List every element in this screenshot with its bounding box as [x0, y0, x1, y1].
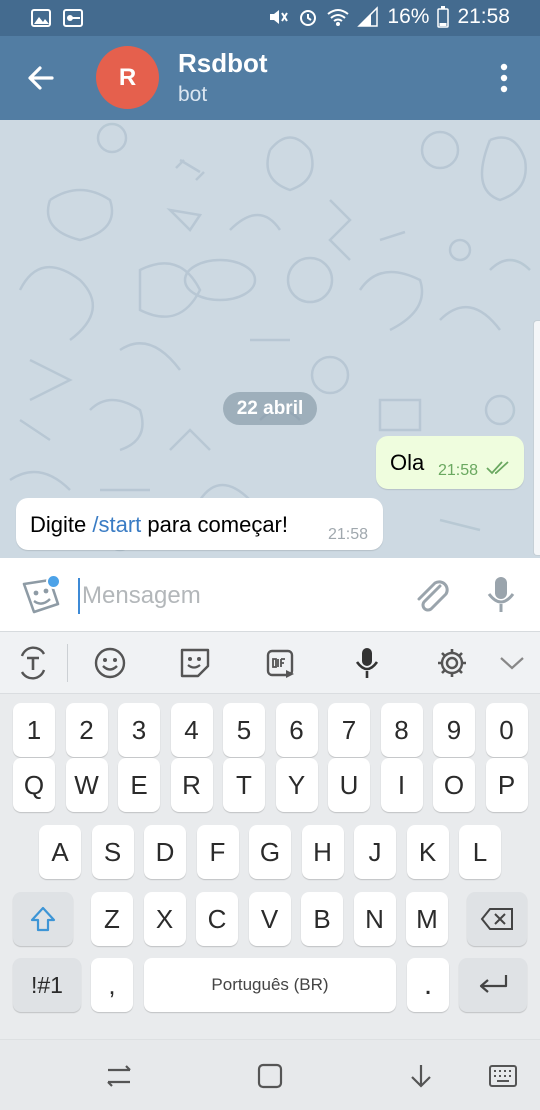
comma-key[interactable]: , [91, 958, 133, 1012]
battery-percent: 16% [387, 5, 430, 28]
scrollbar-handle[interactable] [533, 320, 540, 556]
key-i[interactable]: I [380, 758, 423, 812]
chat-header: R Rsdbot bot [0, 36, 540, 120]
date-divider: 22 abril [223, 392, 317, 425]
key-3[interactable]: 3 [118, 703, 160, 757]
key-l[interactable]: L [459, 825, 501, 879]
key-f[interactable]: F [196, 825, 239, 879]
key-d[interactable]: D [144, 825, 186, 879]
shift-arrow-icon [30, 906, 56, 932]
key-0[interactable]: 0 [485, 703, 528, 757]
key-9[interactable]: 9 [433, 703, 475, 757]
wifi-icon [327, 9, 350, 26]
message-text: Digite /start para começar! [30, 512, 288, 538]
text-mode-icon[interactable] [16, 646, 50, 680]
enter-icon [479, 975, 508, 993]
key-a[interactable]: A [39, 825, 81, 879]
paperclip-icon[interactable] [410, 574, 452, 616]
key-k[interactable]: K [406, 825, 449, 879]
message-time: 21:58 [328, 526, 369, 543]
signal-icon [357, 6, 379, 27]
key-6[interactable]: 6 [275, 703, 318, 757]
enter-key[interactable] [459, 958, 527, 1012]
shift-key[interactable] [13, 892, 73, 946]
chat-subtitle: bot [178, 83, 208, 106]
keyboard-toolbar [0, 632, 540, 694]
key-v[interactable]: V [248, 892, 291, 946]
key-8[interactable]: 8 [380, 703, 423, 757]
message-text-part: para começar! [141, 512, 288, 537]
key-c[interactable]: C [196, 892, 238, 946]
key-u[interactable]: U [328, 758, 370, 812]
space-key[interactable]: Português (BR) [144, 958, 396, 1012]
mute-icon [270, 10, 289, 24]
toolbar-divider [67, 644, 68, 682]
key-z[interactable]: Z [91, 892, 133, 946]
emoji-icon[interactable] [93, 646, 127, 680]
period-key[interactable]: . [407, 958, 449, 1012]
message-input[interactable] [78, 578, 398, 614]
key-g[interactable]: G [249, 825, 291, 879]
voice-input-icon[interactable] [350, 646, 384, 680]
settings-icon[interactable] [435, 646, 469, 680]
home-icon[interactable] [255, 1062, 285, 1090]
back-arrow-icon[interactable] [22, 58, 62, 98]
key-2[interactable]: 2 [65, 703, 108, 757]
key-o[interactable]: O [433, 758, 475, 812]
key-s[interactable]: S [91, 825, 134, 879]
key-x[interactable]: X [143, 892, 186, 946]
battery-icon [437, 6, 450, 28]
key-m[interactable]: M [406, 892, 448, 946]
key-notification-icon [63, 9, 83, 27]
message-text-part: Digite [30, 512, 93, 537]
backspace-icon [480, 908, 513, 930]
key-1[interactable]: 1 [13, 703, 55, 757]
microphone-icon[interactable] [484, 574, 518, 616]
key-b[interactable]: B [301, 892, 343, 946]
chat-wallpaper [9, 122, 531, 552]
backspace-key[interactable] [467, 892, 527, 946]
keyboard-switch-icon[interactable] [488, 1062, 518, 1090]
symbols-key[interactable]: !#1 [13, 958, 81, 1012]
chat-title[interactable]: Rsdbot [178, 48, 268, 79]
navigation-bar [0, 1039, 540, 1110]
bot-command-link[interactable]: /start [92, 512, 141, 537]
incoming-message[interactable]: Digite /start para começar! 21:58 [16, 498, 383, 550]
key-p[interactable]: P [485, 758, 528, 812]
status-bar: 16% 21:58 [0, 0, 540, 36]
key-5[interactable]: 5 [223, 703, 265, 757]
more-options-icon[interactable] [490, 60, 518, 96]
read-checkmarks-icon [486, 461, 509, 475]
key-h[interactable]: H [301, 825, 344, 879]
key-y[interactable]: Y [275, 758, 318, 812]
message-text: Ola [390, 450, 425, 475]
key-q[interactable]: Q [13, 758, 55, 812]
clock: 21:58 [457, 5, 510, 28]
gallery-notification-icon [31, 9, 51, 27]
alarm-icon [300, 10, 317, 26]
avatar[interactable]: R [96, 46, 159, 109]
new-stickers-dot [46, 574, 61, 589]
key-w[interactable]: W [65, 758, 108, 812]
sticker-icon[interactable] [178, 646, 212, 680]
key-e[interactable]: E [118, 758, 160, 812]
key-7[interactable]: 7 [328, 703, 370, 757]
key-t[interactable]: T [223, 758, 265, 812]
key-4[interactable]: 4 [170, 703, 213, 757]
key-r[interactable]: R [170, 758, 213, 812]
hide-keyboard-icon[interactable] [406, 1062, 436, 1090]
collapse-icon[interactable] [495, 646, 529, 680]
message-time: 21:58 [438, 462, 479, 479]
recent-apps-icon[interactable] [104, 1062, 134, 1090]
message-composer [0, 558, 540, 632]
gif-icon[interactable] [264, 646, 298, 680]
key-n[interactable]: N [353, 892, 396, 946]
keyboard: 1234567890 QWERTYUIOP ASDFGHJKL ZXCVBNM … [0, 694, 540, 1039]
chat-area[interactable]: 22 abril Ola 21:58 Digite /start para co… [0, 120, 540, 558]
outgoing-message[interactable]: Ola 21:58 [376, 436, 524, 489]
key-j[interactable]: J [354, 825, 396, 879]
